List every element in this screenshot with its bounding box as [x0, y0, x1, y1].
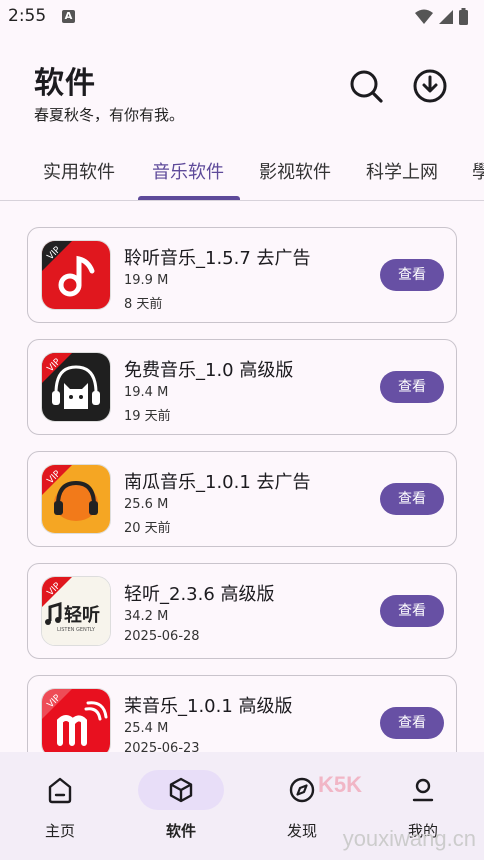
mo-music-icon: VIP [41, 688, 111, 758]
app-name: 南瓜音乐_1.0.1 去广告 [124, 472, 311, 493]
battery-icon [459, 8, 468, 25]
app-card[interactable]: VIP 免费音乐_1.0 高级版 19.4 M 19 天前 查看 [27, 339, 457, 435]
tab-indicator [138, 196, 240, 200]
app-size: 34.2 M [124, 609, 169, 624]
pumpkin-headphone-icon: VIP [41, 464, 111, 534]
app-date: 20 天前 [124, 521, 171, 536]
tab-partial[interactable]: 學 [472, 158, 484, 184]
app-date: 2025-06-28 [124, 629, 200, 644]
app-size: 19.9 M [124, 273, 169, 288]
page-title: 软件 [34, 66, 96, 101]
compass-icon [289, 777, 315, 803]
nav-home-label: 主页 [44, 822, 75, 840]
view-button[interactable]: 查看 [380, 707, 444, 739]
app-name: 免费音乐_1.0 高级版 [124, 360, 294, 381]
app-size: 19.4 M [124, 385, 169, 400]
app-size: 25.6 M [124, 497, 169, 512]
search-icon [350, 70, 383, 103]
signal-icon [439, 9, 453, 24]
wifi-icon [415, 9, 433, 24]
app-card[interactable]: VIP 聆听音乐_1.5.7 去广告 19.9 M 8 天前 查看 [27, 227, 457, 323]
app-name: 轻听_2.3.6 高级版 [124, 584, 275, 605]
tab-video[interactable]: 影视软件 [259, 158, 331, 184]
app-list: VIP 聆听音乐_1.5.7 去广告 19.9 M 8 天前 查看 VIP 免费… [27, 227, 457, 787]
view-button[interactable]: 查看 [380, 259, 444, 291]
person-icon [412, 778, 434, 802]
view-button[interactable]: 查看 [380, 371, 444, 403]
nav-profile-pill [380, 770, 466, 810]
view-button[interactable]: 查看 [380, 595, 444, 627]
cat-headphone-icon: VIP [41, 352, 111, 422]
app-date: 8 天前 [124, 297, 163, 312]
cube-icon [169, 777, 193, 803]
nav-software-label: 软件 [165, 822, 196, 840]
view-button[interactable]: 查看 [380, 483, 444, 515]
app-date: 19 天前 [124, 409, 171, 424]
search-button[interactable] [346, 66, 386, 106]
nav-software-pill [138, 770, 224, 810]
download-icon [413, 69, 447, 103]
app-card[interactable]: 轻听 LISTEN GENTLY VIP 轻听_2.3.6 高级版 34.2 M… [27, 563, 457, 659]
watermark-logo: K5K [318, 772, 363, 797]
app-name: 聆听音乐_1.5.7 去广告 [124, 248, 311, 269]
page-subtitle: 春夏秋冬，有你有我。 [34, 106, 185, 124]
status-icons [415, 8, 468, 25]
download-button[interactable] [410, 66, 450, 106]
app-name: 茉音乐_1.0.1 高级版 [124, 696, 293, 717]
home-icon [48, 777, 72, 804]
page-header: 软件 春夏秋冬，有你有我。 [34, 58, 184, 125]
svg-text:轻听: 轻听 [64, 604, 100, 626]
nav-home[interactable]: 主页 [10, 770, 110, 841]
nav-discover-label: 发现 [286, 822, 317, 840]
watermark-text: youxiwang.cn [342, 826, 476, 851]
qingting-logo-icon: 轻听 LISTEN GENTLY VIP [41, 576, 111, 646]
lingting-music-icon: VIP [41, 240, 111, 310]
app-size: 25.4 M [124, 721, 169, 736]
category-tabs: 实用软件 音乐软件 影视软件 科学上网 學 [0, 144, 484, 201]
svg-text:LISTEN GENTLY: LISTEN GENTLY [57, 627, 96, 633]
app-card[interactable]: VIP 南瓜音乐_1.0.1 去广告 25.6 M 20 天前 查看 [27, 451, 457, 547]
tab-music[interactable]: 音乐软件 [152, 158, 224, 184]
status-time: 2:55 [8, 6, 47, 26]
status-bar: 2:55 A [0, 0, 484, 34]
tab-vpn[interactable]: 科学上网 [366, 158, 438, 184]
tab-utility[interactable]: 实用软件 [43, 158, 115, 184]
notification-icon: A [62, 10, 75, 23]
nav-software[interactable]: 软件 [131, 770, 231, 841]
nav-home-pill [17, 770, 103, 810]
